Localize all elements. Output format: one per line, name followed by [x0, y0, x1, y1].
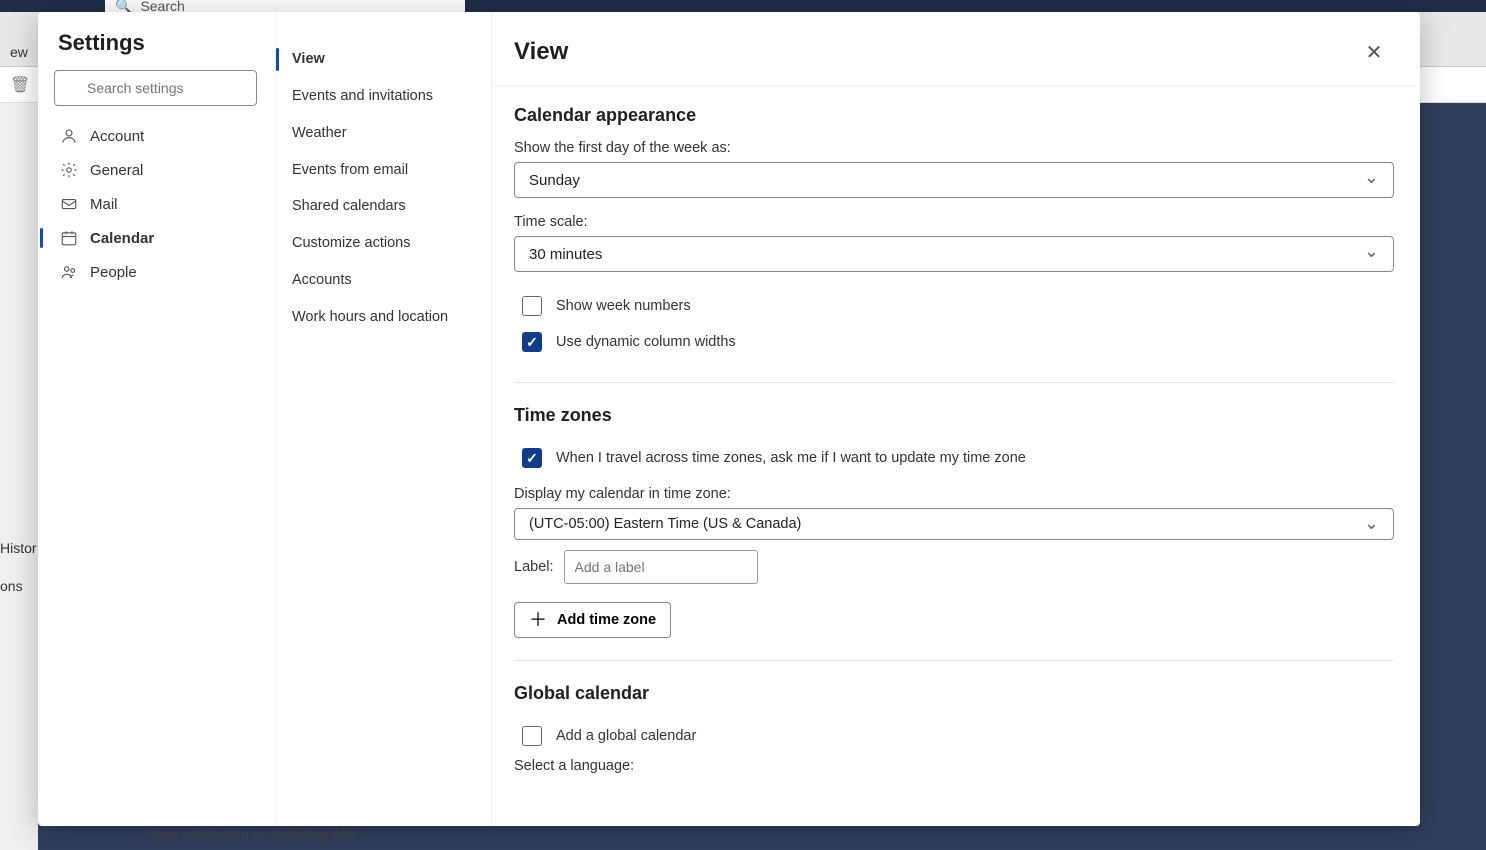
subnav-events-from-email[interactable]: Events from email [276, 153, 491, 188]
section-time-zones: Time zones When I travel across time zon… [514, 405, 1394, 661]
travel-prompt-row: When I travel across time zones, ask me … [514, 440, 1394, 476]
section-calendar-appearance: Calendar appearance Show the first day o… [514, 105, 1394, 383]
display-tz-label: Display my calendar in time zone: [514, 486, 1394, 502]
add-time-zone-label: Add time zone [557, 612, 656, 628]
first-day-label: Show the first day of the week as: [514, 140, 1394, 156]
category-label: Mail [90, 196, 118, 213]
main-header: View ✕ [492, 12, 1420, 87]
show-week-numbers-checkbox[interactable] [522, 296, 542, 316]
tz-label-label: Label: [514, 559, 554, 575]
category-calendar[interactable]: Calendar [48, 222, 263, 254]
subnav-accounts[interactable]: Accounts [276, 263, 491, 298]
people-icon [60, 263, 78, 281]
settings-dialog: Settings Account General [38, 12, 1420, 826]
display-tz-value: (UTC-05:00) Eastern Time (US & Canada) [529, 516, 801, 532]
trash-icon: 🗑 [10, 75, 30, 95]
add-global-row: Add a global calendar [514, 718, 1394, 754]
add-global-label: Add a global calendar [556, 728, 696, 744]
app-titlebar: 🔍 Search [0, 0, 1486, 12]
show-week-numbers-label: Show week numbers [556, 298, 691, 314]
main-scroll-area[interactable]: Calendar appearance Show the first day o… [492, 87, 1420, 826]
section-heading: Global calendar [514, 683, 1394, 704]
add-time-zone-button[interactable]: ＋ Add time zone [514, 602, 671, 638]
dynamic-widths-row: Use dynamic column widths [514, 324, 1394, 360]
travel-prompt-label: When I travel across time zones, ask me … [556, 450, 1026, 466]
settings-subnav-column: View Events and invitations Weather Even… [276, 12, 492, 826]
person-icon [60, 127, 78, 145]
settings-categories-column: Settings Account General [38, 12, 276, 826]
category-mail[interactable]: Mail [48, 188, 263, 220]
time-scale-label: Time scale: [514, 214, 1394, 230]
page-title: View [514, 38, 568, 66]
ribbon-tab-partial: ew [10, 44, 28, 60]
travel-prompt-checkbox[interactable] [522, 448, 542, 468]
select-language-label: Select a language: [514, 758, 1394, 774]
category-label: Calendar [90, 230, 154, 247]
subnav-list: View Events and invitations Weather Even… [276, 42, 491, 335]
first-day-select[interactable]: Sunday [514, 162, 1394, 198]
settings-title: Settings [48, 30, 263, 70]
gear-icon [60, 161, 78, 179]
category-list: Account General Mail Calendar [48, 120, 263, 288]
section-heading: Calendar appearance [514, 105, 1394, 126]
display-tz-select[interactable]: (UTC-05:00) Eastern Time (US & Canada) [514, 508, 1394, 540]
category-label: General [90, 162, 143, 179]
bg-notification-text: New notification on Installing Win [150, 826, 355, 842]
category-account[interactable]: Account [48, 120, 263, 152]
mail-icon [60, 195, 78, 213]
settings-main-column: View ✕ Calendar appearance Show the firs… [492, 12, 1420, 826]
time-scale-select[interactable]: 30 minutes [514, 236, 1394, 272]
category-people[interactable]: People [48, 256, 263, 288]
subnav-work-hours-location[interactable]: Work hours and location [276, 300, 491, 335]
bg-fragment-history: Histor [0, 540, 37, 556]
close-icon: ✕ [1366, 42, 1383, 64]
show-week-numbers-row: Show week numbers [514, 288, 1394, 324]
plus-icon: ＋ [529, 611, 547, 629]
close-button[interactable]: ✕ [1356, 34, 1392, 70]
settings-search-wrap [54, 70, 257, 106]
first-day-value: Sunday [529, 172, 580, 189]
category-label: Account [90, 128, 144, 145]
settings-search-input[interactable] [54, 70, 257, 106]
dynamic-widths-checkbox[interactable] [522, 332, 542, 352]
category-label: People [90, 264, 137, 281]
category-general[interactable]: General [48, 154, 263, 186]
subnav-customize-actions[interactable]: Customize actions [276, 226, 491, 261]
section-global-calendar: Global calendar Add a global calendar Se… [514, 683, 1394, 802]
tz-label-input[interactable] [564, 550, 758, 584]
subnav-shared-calendars[interactable]: Shared calendars [276, 189, 491, 224]
subnav-events-invitations[interactable]: Events and invitations [276, 79, 491, 114]
calendar-icon [60, 229, 78, 247]
dynamic-widths-label: Use dynamic column widths [556, 334, 736, 350]
subnav-weather[interactable]: Weather [276, 116, 491, 151]
time-scale-value: 30 minutes [529, 246, 602, 263]
add-global-checkbox[interactable] [522, 726, 542, 746]
bg-fragment-ons: ons [0, 578, 23, 594]
tz-label-field-row: Label: [514, 550, 1394, 584]
app-left-strip [0, 103, 38, 850]
subnav-view[interactable]: View [276, 42, 491, 77]
section-heading: Time zones [514, 405, 1394, 426]
